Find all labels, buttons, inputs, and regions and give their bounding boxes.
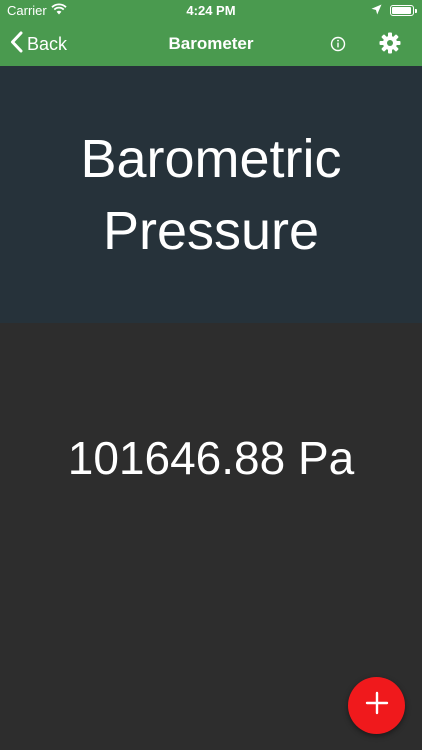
battery-icon — [390, 5, 417, 16]
location-arrow-icon — [371, 3, 382, 18]
header-panel: Barometric Pressure — [0, 66, 422, 323]
page-title: Barometer — [168, 34, 254, 53]
plus-icon — [365, 691, 389, 720]
sensor-title: Barometric Pressure — [80, 128, 342, 261]
info-icon — [328, 36, 348, 58]
gear-icon — [378, 32, 402, 59]
barometer-screen: Carrier 4:24 PM Back Barometer Barometri… — [0, 0, 422, 750]
pressure-value: 101646.88 Pa — [67, 432, 355, 484]
info-button[interactable] — [328, 34, 348, 59]
status-right — [371, 3, 417, 18]
status-bar: Carrier 4:24 PM — [0, 0, 422, 22]
status-time: 4:24 PM — [186, 3, 236, 18]
navigation-bar: Back Barometer — [0, 22, 422, 66]
settings-button[interactable] — [378, 31, 402, 60]
add-button[interactable] — [348, 677, 405, 734]
